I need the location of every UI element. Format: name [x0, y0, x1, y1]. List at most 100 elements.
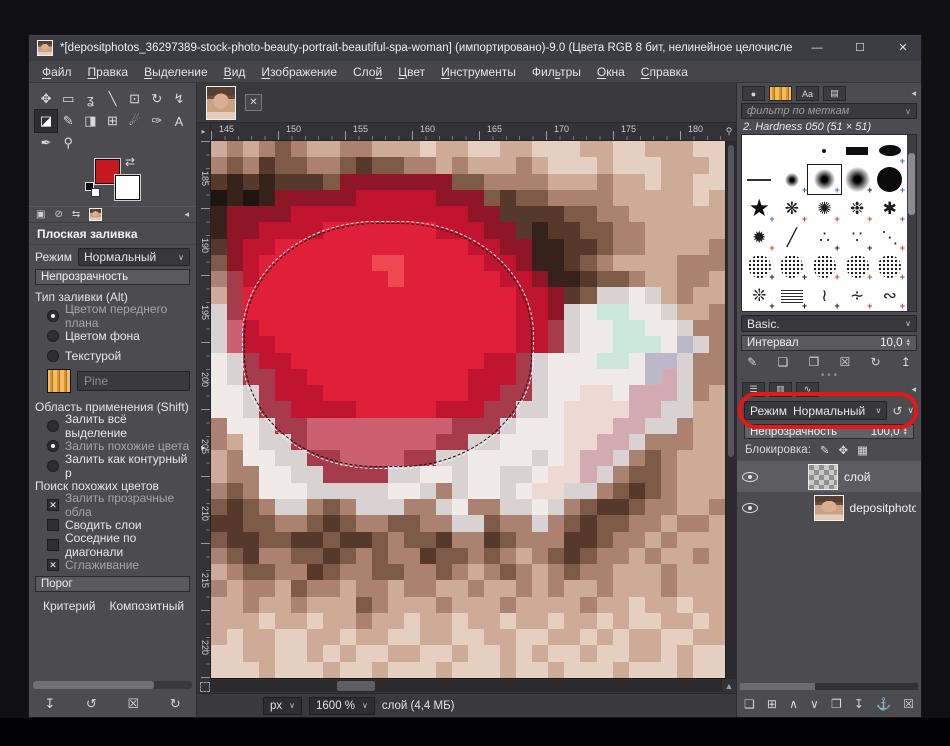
- anchor-layer-button[interactable]: ⚓: [876, 697, 891, 711]
- brush-item[interactable]: ❉+: [841, 194, 874, 223]
- new-group-button[interactable]: ⊞: [767, 697, 777, 711]
- horizontal-scrollbar[interactable]: [211, 680, 722, 692]
- free-select-tool[interactable]: ʓ: [79, 88, 101, 110]
- brush-item[interactable]: ╱: [776, 223, 809, 252]
- brush-item[interactable]: ∴+: [808, 223, 841, 252]
- fill-fg-radio[interactable]: Цветом переднего плана: [35, 307, 190, 324]
- layers-tab[interactable]: ☰: [742, 382, 765, 397]
- brush-item[interactable]: +: [873, 252, 906, 281]
- layer-visibility-eye-icon[interactable]: [742, 472, 758, 482]
- layers-scrollbar[interactable]: [740, 683, 918, 690]
- menu-слой[interactable]: Слой: [345, 65, 390, 79]
- diagonal-neighbors-checkbox[interactable]: Соседние по диагонали: [35, 536, 190, 553]
- warp-tool[interactable]: ↯: [168, 88, 190, 110]
- menu-инструменты[interactable]: Инструменты: [433, 65, 524, 79]
- canvas[interactable]: [211, 141, 725, 679]
- background-color-swatch[interactable]: [115, 175, 140, 200]
- paint-mode-dropdown[interactable]: Нормальный∨: [78, 248, 190, 266]
- brush-item[interactable]: +: [873, 136, 906, 165]
- airbrush-tool[interactable]: ✑: [146, 110, 168, 132]
- restore-options-button[interactable]: ↺: [86, 696, 97, 712]
- pattern-name-field[interactable]: Pine: [77, 371, 190, 391]
- brush-item[interactable]: +: [873, 165, 906, 194]
- layer-visibility-eye-icon[interactable]: [742, 503, 758, 513]
- brush-item[interactable]: ⋱+: [873, 223, 906, 252]
- reset-mode-icon[interactable]: ↺: [892, 404, 902, 418]
- lock-pixels-icon[interactable]: ✎: [820, 443, 830, 457]
- collapse-dock-icon[interactable]: ◂: [911, 88, 916, 99]
- patterns-tab[interactable]: [769, 86, 792, 101]
- lock-position-icon[interactable]: ✥: [839, 443, 849, 457]
- threshold-slider[interactable]: Порог: [35, 576, 190, 592]
- new-brush-button[interactable]: ❏: [777, 355, 788, 369]
- unit-dropdown[interactable]: px∨: [263, 697, 302, 715]
- brushes-tab[interactable]: ●: [742, 86, 765, 101]
- menu-правка[interactable]: Правка: [80, 65, 137, 79]
- zoom-dropdown[interactable]: 1600 %∨: [309, 697, 375, 715]
- layer-row[interactable]: depositphoto: [737, 492, 921, 523]
- layer-name[interactable]: depositphoto: [850, 501, 916, 515]
- zoom-tool[interactable]: ⚲: [57, 132, 79, 154]
- move-tool[interactable]: ✥: [35, 88, 57, 110]
- history-arrows-icon[interactable]: ⇆: [72, 209, 80, 220]
- fill-whole-selection-radio[interactable]: Залить всё выделение: [35, 417, 190, 434]
- tag-filter-input[interactable]: фильтр по меткам∨: [741, 103, 917, 119]
- clone-tool[interactable]: ⊞: [101, 110, 123, 132]
- fill-by-line-art-radio[interactable]: Залить как контурный р: [35, 457, 190, 474]
- smudge-tool[interactable]: ☄: [124, 110, 146, 132]
- brush-item[interactable]: ✹+: [743, 223, 776, 252]
- duplicate-layer-button[interactable]: ❐: [831, 697, 842, 711]
- new-layer-button[interactable]: ❏: [744, 697, 755, 711]
- zoom-follow-window-button[interactable]: ⚲: [722, 123, 736, 141]
- criterion-dropdown[interactable]: Композитный: [109, 599, 184, 613]
- lower-layer-button[interactable]: ∨: [810, 697, 819, 711]
- rectangle-select-tool[interactable]: ▭: [57, 88, 79, 110]
- paths-tab[interactable]: ∿: [796, 382, 819, 397]
- crop-tool[interactable]: ⊡: [124, 88, 146, 110]
- delete-options-button[interactable]: ☒: [127, 696, 139, 712]
- brush-item[interactable]: ≀+: [808, 281, 841, 310]
- eraser-tool[interactable]: ◨: [79, 110, 101, 132]
- menu-выделение[interactable]: Выделение: [136, 65, 216, 79]
- fill-bg-radio[interactable]: Цветом фона: [35, 327, 190, 344]
- brush-item[interactable]: +: [776, 281, 809, 310]
- image-tab-close-icon[interactable]: ✕: [245, 94, 262, 111]
- brush-item[interactable]: ∾+: [873, 281, 906, 310]
- brush-item[interactable]: ✺+: [808, 194, 841, 223]
- bucket-fill-tool[interactable]: ◪: [35, 110, 57, 132]
- channels-tab[interactable]: ▥: [769, 382, 792, 397]
- brush-spacing-slider[interactable]: Интервал 10,0▲▼: [741, 335, 917, 351]
- merge-down-button[interactable]: ↧: [854, 697, 864, 711]
- color-picker-tool[interactable]: ✒: [35, 132, 57, 154]
- default-colors-icon[interactable]: [85, 182, 99, 196]
- delete-layer-button[interactable]: ☒: [903, 697, 914, 711]
- navigation-button[interactable]: ▲: [722, 681, 736, 691]
- lock-alpha-icon[interactable]: ▦: [857, 443, 868, 457]
- antialiasing-checkbox[interactable]: ✕Сглаживание: [35, 556, 190, 573]
- brush-item[interactable]: +: [841, 252, 874, 281]
- pointer-device-icon[interactable]: ⊘: [54, 209, 62, 220]
- save-options-button[interactable]: ↧: [44, 696, 55, 712]
- brush-item-selected[interactable]: +: [808, 165, 841, 194]
- close-button[interactable]: ✕: [885, 35, 921, 61]
- brush-list-scrollbar[interactable]: [907, 135, 916, 311]
- open-brush-button[interactable]: ↥: [901, 355, 911, 369]
- menu-файл[interactable]: Файл: [34, 65, 80, 79]
- brush-item[interactable]: [743, 165, 776, 194]
- active-image-icon[interactable]: [89, 208, 102, 221]
- raise-layer-button[interactable]: ∧: [789, 697, 798, 711]
- opacity-slider[interactable]: Непрозрачность: [35, 269, 190, 285]
- menu-окна[interactable]: Окна: [589, 65, 633, 79]
- brush-item[interactable]: [808, 136, 841, 165]
- collapse-dock-icon[interactable]: ◂: [911, 384, 916, 395]
- paths-tool[interactable]: ╲: [101, 88, 123, 110]
- fill-transparent-checkbox[interactable]: ✕Залить прозрачные обла: [35, 496, 190, 513]
- brush-item[interactable]: ❋+: [776, 194, 809, 223]
- layer-thumbnail[interactable]: [808, 464, 838, 490]
- text-tool[interactable]: A: [168, 110, 190, 132]
- quick-mask-toggle[interactable]: [197, 679, 211, 693]
- brush-item[interactable]: +: [776, 252, 809, 281]
- delete-brush-button[interactable]: ☒: [839, 355, 850, 369]
- layer-mode-dropdown[interactable]: РежимНормальный∨: [744, 401, 887, 420]
- menu-справка[interactable]: Справка: [633, 65, 696, 79]
